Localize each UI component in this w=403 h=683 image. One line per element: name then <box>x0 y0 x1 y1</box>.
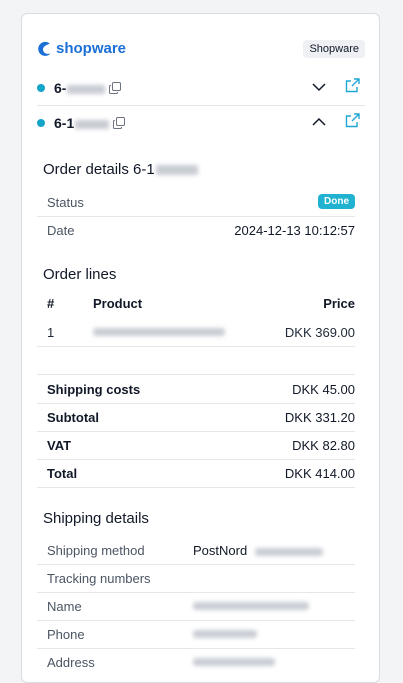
shipping-method-row: Shipping method PostNord <box>37 536 355 565</box>
table-row: 1 DKK 369.00 <box>37 318 355 347</box>
column-header-product: Product <box>93 296 143 311</box>
line-number: 1 <box>47 325 55 340</box>
panel-header: shopware Shopware <box>37 40 365 62</box>
summary-row: Total DKK 414.00 <box>37 459 355 488</box>
summary-value: DKK 82.80 <box>292 438 355 453</box>
status-label: Status <box>47 195 84 210</box>
shipping-method-value: PostNord <box>193 543 323 558</box>
order-lines-header: # Product Price <box>47 296 355 314</box>
chevron-up-icon[interactable] <box>311 114 327 130</box>
status-dot <box>37 84 45 92</box>
column-header-price: Price <box>323 296 355 311</box>
phone-value <box>193 630 257 638</box>
address-label: Address <box>47 655 95 670</box>
shopware-logo-icon <box>38 41 51 56</box>
status-badge: Done <box>318 194 355 209</box>
brand-logo-text: shopware <box>56 40 127 57</box>
shipping-details-title: Shipping details <box>43 510 149 527</box>
date-label: Date <box>47 223 75 238</box>
brand-logo: shopware <box>37 40 126 57</box>
summary-label: Total <box>47 466 78 481</box>
name-label: Name <box>47 599 82 614</box>
summary-label: VAT <box>47 438 72 453</box>
external-link-icon[interactable] <box>344 77 361 94</box>
shipping-method-label: Shipping method <box>47 543 145 558</box>
copy-icon[interactable] <box>113 117 126 129</box>
summary-value: DKK 414.00 <box>284 466 355 481</box>
summary-value: DKK 45.00 <box>292 382 355 397</box>
address-row: Address <box>37 648 355 676</box>
status-dot <box>37 119 45 127</box>
line-price: DKK 369.00 <box>284 325 355 340</box>
date-row: Date 2024-12-13 10:12:57 <box>37 216 355 244</box>
phone-row: Phone <box>37 620 355 649</box>
order-id: 6-1 <box>54 115 110 131</box>
order-panel: shopware Shopware 6- 6-1 Order details 6… <box>21 13 380 683</box>
summary-row: Subtotal DKK 331.20 <box>37 403 355 432</box>
name-row: Name <box>37 592 355 621</box>
copy-icon[interactable] <box>109 82 122 94</box>
order-lines-title: Order lines <box>43 266 117 283</box>
summary-label: Shipping costs <box>47 382 141 397</box>
column-header-num: # <box>47 296 55 311</box>
address-value <box>193 658 275 666</box>
summary-row: VAT DKK 82.80 <box>37 431 355 460</box>
external-link-icon[interactable] <box>344 112 361 129</box>
order-row-expanded[interactable]: 6-1 <box>37 106 365 140</box>
phone-label: Phone <box>47 627 85 642</box>
summary-label: Subtotal <box>47 410 99 425</box>
tracking-row: Tracking numbers <box>37 564 355 593</box>
status-row: Status Done <box>37 188 355 217</box>
source-tag: Shopware <box>303 40 365 58</box>
summary-row: Shipping costs DKK 45.00 <box>37 375 355 404</box>
order-id: 6- <box>54 80 106 96</box>
order-details-title: Order details 6-1 <box>43 161 198 178</box>
tracking-label: Tracking numbers <box>47 571 151 586</box>
summary-value: DKK 331.20 <box>284 410 355 425</box>
product-name <box>93 328 225 336</box>
chevron-down-icon[interactable] <box>311 79 327 95</box>
order-row[interactable]: 6- <box>37 71 365 106</box>
name-value <box>193 602 309 610</box>
date-value: 2024-12-13 10:12:57 <box>234 223 355 238</box>
